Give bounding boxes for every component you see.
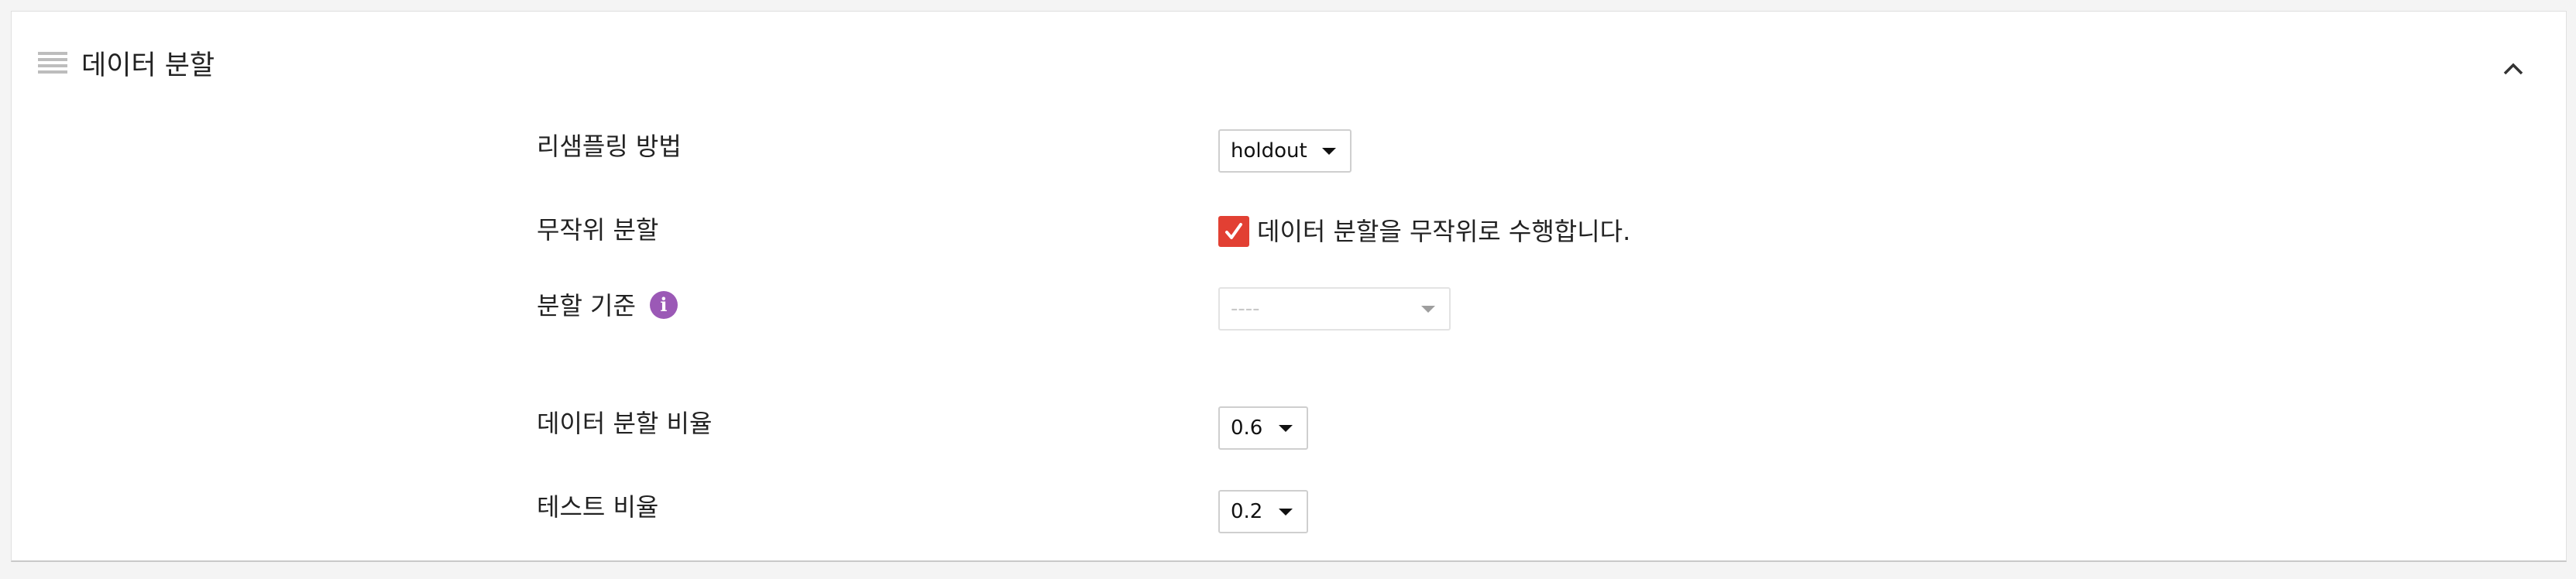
split-criteria-select-value: ---- <box>1231 297 1260 320</box>
random-split-checkbox[interactable] <box>1218 216 1249 247</box>
checkmark-icon <box>1225 223 1242 239</box>
split-ratio-select[interactable]: 0.6 <box>1218 406 1308 450</box>
random-split-label: 무작위 분할 <box>537 215 659 245</box>
info-icon[interactable]: i <box>649 291 678 319</box>
panel-title: 데이터 분할 <box>81 50 215 81</box>
caret-down-icon <box>1421 306 1435 313</box>
split-ratio-select-value: 0.6 <box>1231 416 1263 440</box>
caret-down-icon <box>1279 425 1293 432</box>
test-ratio-label: 테스트 비율 <box>537 492 659 522</box>
data-split-panel: 데이터 분할 리샘플링 방법 holdout 무작위 분할 데이터 분할을 무작… <box>11 11 2567 562</box>
resampling-label: 리샘플링 방법 <box>537 132 682 161</box>
random-split-checkbox-label[interactable]: 데이터 분할을 무작위로 수행합니다. <box>1257 216 1630 247</box>
drag-handle-icon[interactable] <box>38 52 67 74</box>
caret-down-icon <box>1279 509 1293 516</box>
split-criteria-label-row: 분할 기준 i <box>537 290 678 321</box>
panel-header[interactable]: 데이터 분할 <box>12 12 2566 112</box>
caret-down-icon <box>1322 148 1336 155</box>
split-criteria-select: ---- <box>1218 287 1451 331</box>
chevron-up-icon[interactable] <box>2498 57 2529 80</box>
resampling-select-value: holdout <box>1231 139 1307 163</box>
split-ratio-label: 데이터 분할 비율 <box>537 409 713 438</box>
resampling-select[interactable]: holdout <box>1218 129 1352 173</box>
test-ratio-select[interactable]: 0.2 <box>1218 490 1308 533</box>
split-criteria-label: 분할 기준 <box>537 291 636 320</box>
test-ratio-select-value: 0.2 <box>1231 500 1263 523</box>
